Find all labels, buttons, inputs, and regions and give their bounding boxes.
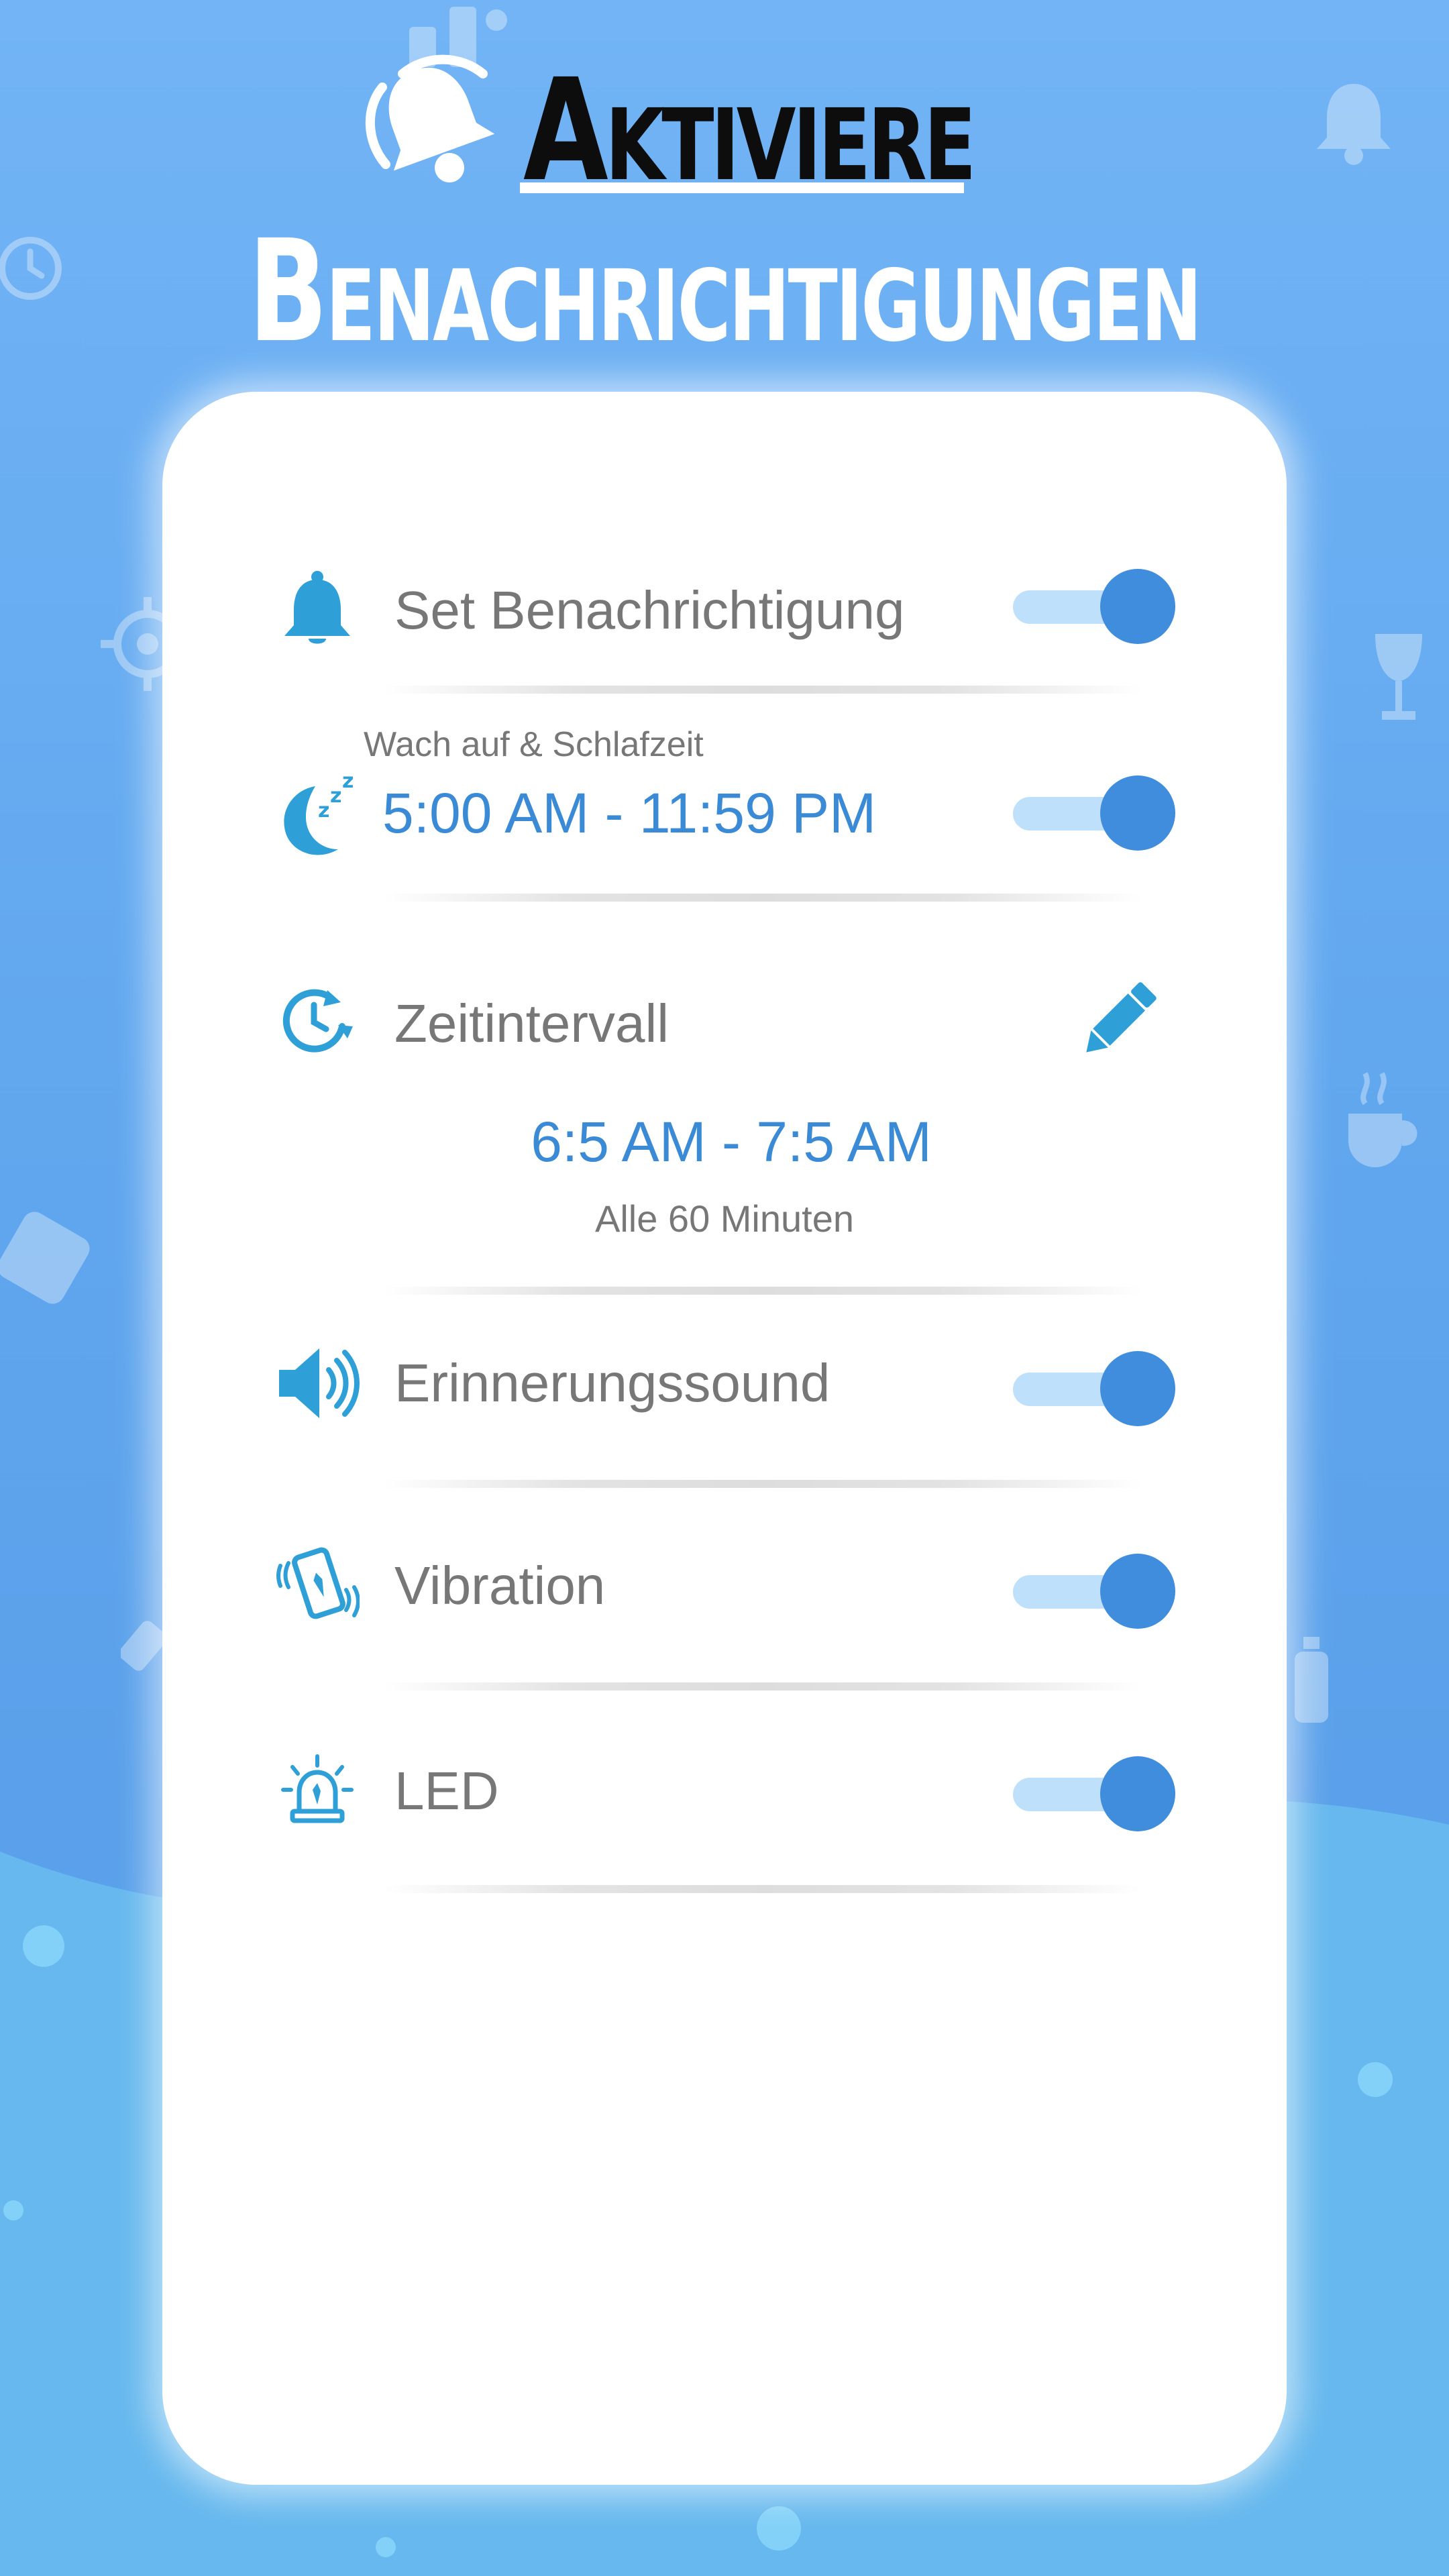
svg-text:z: z <box>342 769 354 793</box>
svg-text:z: z <box>330 784 341 808</box>
divider <box>384 1885 1142 1893</box>
led-toggle[interactable] <box>1013 1756 1175 1831</box>
toggle-knob <box>1100 1351 1175 1426</box>
title-underline <box>520 182 964 193</box>
set-notification-label: Set Benachrichtigung <box>394 580 905 640</box>
edit-pencil-icon[interactable] <box>1076 979 1159 1066</box>
interval-time-range[interactable]: 6:5 AM - 7:5 AM <box>162 1110 1287 1175</box>
clock-interval-icon <box>280 985 354 1062</box>
background-bottle-icon <box>1291 1637 1332 1727</box>
vibration-label: Vibration <box>394 1556 606 1615</box>
background-scale-icon <box>0 1208 94 1311</box>
toggle-knob <box>1100 775 1175 851</box>
svg-text:z: z <box>318 799 329 822</box>
wake-sleep-time-range[interactable]: 5:00 AM - 11:59 PM <box>382 781 876 846</box>
divider <box>384 686 1142 694</box>
settings-card: Set Benachrichtigung Wach auf & Schlafze… <box>162 392 1287 2485</box>
bell-icon <box>280 570 354 651</box>
background-tube-icon <box>119 1617 168 1680</box>
vibration-toggle[interactable] <box>1013 1554 1175 1629</box>
interval-frequency: Alle 60 Minuten <box>594 1197 854 1240</box>
vibrating-phone-icon <box>276 1546 360 1628</box>
interval-label: Zeitintervall <box>394 994 669 1053</box>
divider <box>384 1480 1142 1488</box>
page-title-line2: Benachrichtigungen <box>248 209 1203 374</box>
wake-sleep-toggle[interactable] <box>1013 775 1175 851</box>
toggle-knob <box>1100 569 1175 644</box>
background-coffee-cup-icon <box>1338 1067 1426 1177</box>
siren-light-icon <box>280 1754 354 1831</box>
divider <box>384 1682 1142 1690</box>
bubble <box>757 2506 801 2551</box>
reminder-sound-toggle[interactable] <box>1013 1351 1175 1426</box>
set-notification-toggle[interactable] <box>1013 569 1175 644</box>
bubble <box>1358 2062 1393 2097</box>
toggle-knob <box>1100 1554 1175 1629</box>
wake-sleep-caption: Wach auf & Schlafzeit <box>364 725 704 764</box>
background-wine-glass-icon <box>1368 627 1429 731</box>
toggle-knob <box>1100 1756 1175 1831</box>
bubble <box>3 2200 23 2220</box>
divider <box>384 1287 1142 1295</box>
ringing-bell-icon <box>356 47 503 195</box>
page-title-line1: Aktiviere <box>523 48 976 213</box>
bubble <box>23 1925 64 1967</box>
background-bell-icon <box>1307 74 1401 171</box>
reminder-sound-label: Erinnerungssound <box>394 1353 830 1413</box>
divider <box>384 894 1142 902</box>
bubble <box>376 2537 396 2557</box>
speaker-icon <box>275 1343 362 1427</box>
moon-sleep-icon: z z z <box>274 767 361 865</box>
led-label: LED <box>394 1761 499 1821</box>
